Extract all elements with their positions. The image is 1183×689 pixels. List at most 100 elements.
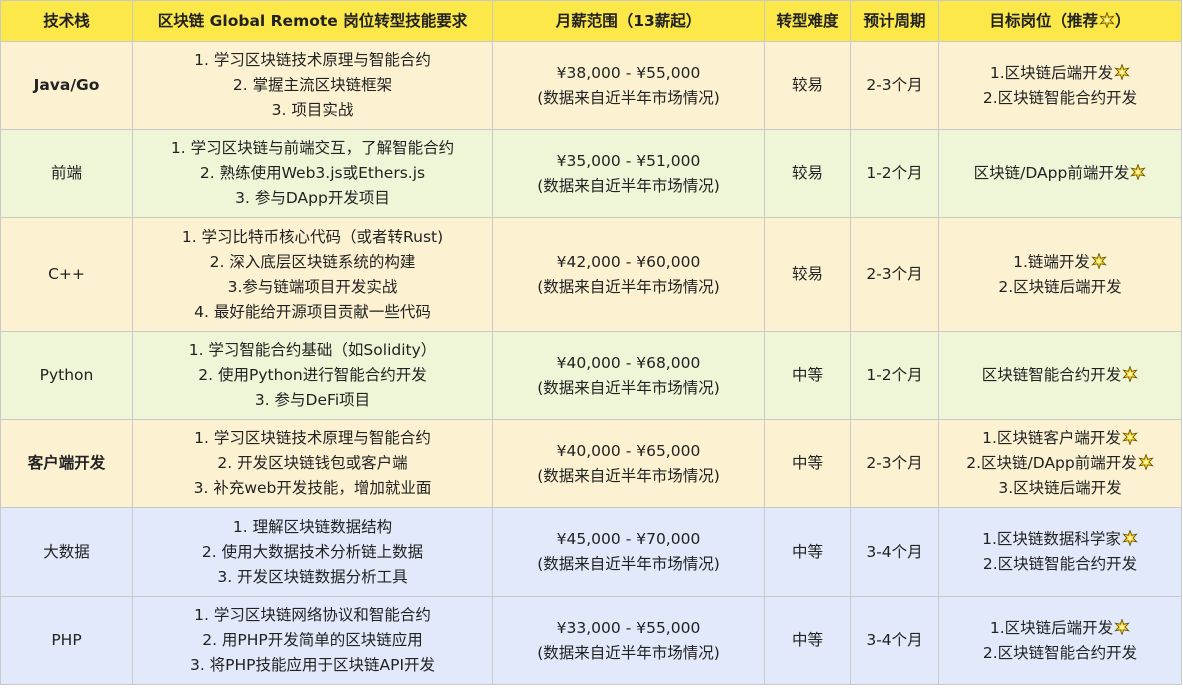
salary-note: (数据来自近半年市场情况) xyxy=(537,378,720,397)
stack-cell: Python xyxy=(0,331,133,420)
target-label: 2.区块链智能合约开发 xyxy=(982,643,1138,662)
skill-line: 3. 项目实战 xyxy=(271,101,354,119)
difficulty-cell: 中等 xyxy=(764,596,851,685)
target-label: 3.区块链后端开发 xyxy=(998,479,1122,497)
period-cell: 2-3个月 xyxy=(850,419,939,508)
target-line: 1.链端开发 xyxy=(943,250,1177,275)
header-target-close: ） xyxy=(1115,11,1131,30)
glowing-star-icon xyxy=(1113,618,1130,637)
stack-cell: 客户端开发 xyxy=(0,419,133,508)
skill-line: 3. 参与DApp开发项目 xyxy=(235,189,390,207)
target-line: 1.区块链后端开发 xyxy=(943,616,1177,641)
salary-range: ¥40,000 - ¥65,000 xyxy=(556,441,701,460)
salary-range: ¥45,000 - ¥70,000 xyxy=(556,530,701,548)
target-cell: 区块链智能合约开发 xyxy=(938,331,1182,420)
period-cell: 3-4个月 xyxy=(850,507,939,597)
target-label: 1.区块链数据科学家 xyxy=(982,530,1121,548)
skills-cell: 1. 学习区块链技术原理与智能合约 2. 开发区块链钱包或客户端 3. 补充web开… xyxy=(132,419,493,508)
target-line: 2.区块链/DApp前端开发 xyxy=(943,451,1177,476)
target-line: 1.区块链客户端开发 xyxy=(943,426,1177,451)
skill-line: 2. 掌握主流区块链框架 xyxy=(232,76,393,94)
salary-range: ¥40,000 - ¥68,000 xyxy=(556,353,701,372)
target-line: 1.区块链数据科学家 xyxy=(943,527,1177,552)
skill-line: 1. 学习区块链与前端交互，了解智能合约 xyxy=(170,139,455,157)
target-line: 2.区块链智能合约开发 xyxy=(943,552,1177,577)
glowing-star-icon xyxy=(1129,164,1147,182)
glowing-star-icon xyxy=(1113,63,1130,82)
salary-cell: ¥45,000 - ¥70,000 (数据来自近半年市场情况) xyxy=(492,507,765,597)
salary-cell: ¥42,000 - ¥60,000 (数据来自近半年市场情况) xyxy=(492,217,765,332)
table-row: PHP 1. 学习区块链网络协议和智能合约 2. 用PHP开发简单的区块链应用 3. … xyxy=(0,596,1182,685)
skills-cell: 1. 学习区块链与前端交互，了解智能合约 2. 熟练使用Web3.js或Ether… xyxy=(132,129,493,218)
stack-cell: 大数据 xyxy=(0,507,133,597)
salary-range: ¥33,000 - ¥55,000 xyxy=(556,618,701,637)
salary-note: (数据来自近半年市场情况) xyxy=(537,643,720,662)
skill-line: 2. 熟练使用Web3.js或Ethers.js xyxy=(199,164,426,182)
skills-cell: 1. 学习智能合约基础（如Solidity） 2. 使用Python进行智能合约开… xyxy=(132,331,493,420)
difficulty-cell: 较易 xyxy=(764,41,851,130)
header-period: 预计周期 xyxy=(850,0,939,42)
target-line: 3.区块链后端开发 xyxy=(943,476,1177,501)
skills-cell: 1. 理解区块链数据结构 2. 使用大数据技术分析链上数据 3. 开发区块链数据分析… xyxy=(132,507,493,597)
period-cell: 2-3个月 xyxy=(850,217,939,332)
skills-table: 技术栈 区块链 Global Remote 岗位转型技能要求 月薪范围（13薪起… xyxy=(0,0,1182,685)
target-cell: 1.区块链数据科学家 2.区块链智能合约开发 xyxy=(938,507,1182,597)
header-salary: 月薪范围（13薪起） xyxy=(492,0,765,42)
target-line: 2.区块链智能合约开发 xyxy=(943,641,1177,666)
target-cell: 区块链/DApp前端开发 xyxy=(938,129,1182,218)
salary-cell: ¥40,000 - ¥65,000 (数据来自近半年市场情况) xyxy=(492,419,765,508)
salary-range: ¥35,000 - ¥51,000 xyxy=(556,151,701,170)
salary-note: (数据来自近半年市场情况) xyxy=(537,277,720,296)
skill-line: 3. 将PHP技能应用于区块链API开发 xyxy=(189,656,436,674)
glowing-star-icon xyxy=(1090,252,1107,271)
skill-line: 2. 使用Python进行智能合约开发 xyxy=(198,366,427,384)
salary-cell: ¥33,000 - ¥55,000 (数据来自近半年市场情况) xyxy=(492,596,765,685)
skill-line: 3.参与链端项目开发实战 xyxy=(227,277,398,296)
header-difficulty: 转型难度 xyxy=(764,0,851,42)
target-cell: 1.区块链客户端开发 2.区块链/DApp前端开发 3.区块链后端开发 xyxy=(938,419,1182,508)
target-label: 2.区块链后端开发 xyxy=(998,277,1122,296)
period-cell: 2-3个月 xyxy=(850,41,939,130)
salary-note: (数据来自近半年市场情况) xyxy=(537,466,720,485)
skill-line: 1. 学习区块链技术原理与智能合约 xyxy=(194,51,431,69)
salary-cell: ¥35,000 - ¥51,000 (数据来自近半年市场情况) xyxy=(492,129,765,218)
skill-line: 3. 开发区块链数据分析工具 xyxy=(217,567,408,586)
table-row: C++ 1. 学习比特币核心代码（或者转Rust) 2. 深入底层区块链系统的构建 3… xyxy=(0,217,1182,332)
skill-line: 1. 学习区块链网络协议和智能合约 xyxy=(194,606,431,624)
skill-line: 1. 学习智能合约基础（如Solidity） xyxy=(188,341,437,359)
salary-note: (数据来自近半年市场情况) xyxy=(537,88,720,107)
target-label: 区块链智能合约开发 xyxy=(981,366,1122,384)
table-row: 前端 1. 学习区块链与前端交互，了解智能合约 2. 熟练使用Web3.js或Eth… xyxy=(0,129,1182,218)
target-label: 2.区块链/DApp前端开发 xyxy=(966,454,1137,472)
stack-cell: 前端 xyxy=(0,129,133,218)
target-line: 1.区块链后端开发 xyxy=(943,61,1177,86)
table-row: Java/Go 1. 学习区块链技术原理与智能合约 2. 掌握主流区块链框架 3. 项… xyxy=(0,41,1182,130)
salary-range: ¥42,000 - ¥60,000 xyxy=(556,252,701,271)
period-cell: 3-4个月 xyxy=(850,596,939,685)
skill-line: 3. 补充web开发技能，增加就业面 xyxy=(193,479,432,497)
target-label: 区块链/DApp前端开发 xyxy=(973,164,1130,182)
stack-cell: C++ xyxy=(0,217,133,332)
header-target: 目标岗位（推荐 ） xyxy=(938,0,1182,42)
difficulty-cell: 中等 xyxy=(764,507,851,597)
salary-range: ¥38,000 - ¥55,000 xyxy=(556,63,701,82)
salary-cell: ¥40,000 - ¥68,000 (数据来自近半年市场情况) xyxy=(492,331,765,420)
glowing-star-icon xyxy=(1098,11,1115,30)
difficulty-cell: 中等 xyxy=(764,419,851,508)
skill-line: 2. 使用大数据技术分析链上数据 xyxy=(201,542,424,561)
skills-cell: 1. 学习区块链技术原理与智能合约 2. 掌握主流区块链框架 3. 项目实战 xyxy=(132,41,493,130)
target-label: 2.区块链智能合约开发 xyxy=(982,88,1138,107)
salary-cell: ¥38,000 - ¥55,000 (数据来自近半年市场情况) xyxy=(492,41,765,130)
glowing-star-icon xyxy=(1121,366,1139,384)
target-line: 2.区块链智能合约开发 xyxy=(943,86,1177,111)
period-cell: 1-2个月 xyxy=(850,129,939,218)
period-cell: 1-2个月 xyxy=(850,331,939,420)
skill-line: 2. 深入底层区块链系统的构建 xyxy=(209,252,416,271)
target-label: 1.区块链客户端开发 xyxy=(982,429,1121,447)
skill-line: 1. 学习比特币核心代码（或者转Rust) xyxy=(181,227,444,246)
table-row: 大数据 1. 理解区块链数据结构 2. 使用大数据技术分析链上数据 3. 开发区块链数… xyxy=(0,507,1182,597)
skill-line: 1. 学习区块链技术原理与智能合约 xyxy=(194,429,431,447)
target-cell: 1.链端开发 2.区块链后端开发 xyxy=(938,217,1182,332)
target-label: 1.区块链后端开发 xyxy=(989,63,1114,82)
glowing-star-icon xyxy=(1121,530,1138,548)
